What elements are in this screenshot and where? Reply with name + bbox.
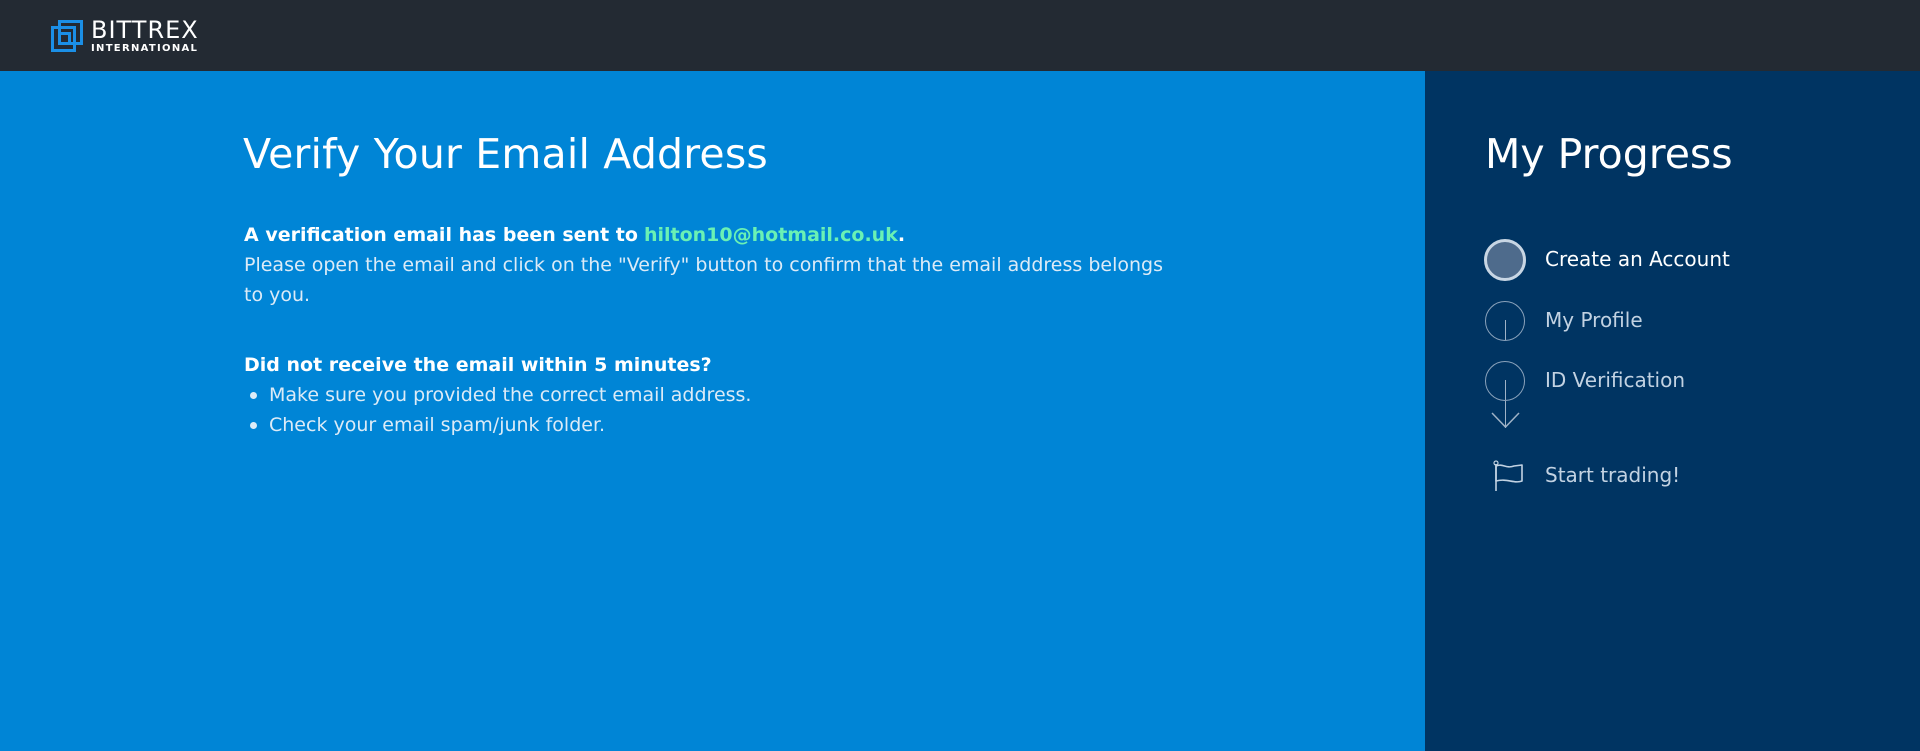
bullet-icon: [250, 422, 257, 429]
step-id-verification-indicator: [1485, 361, 1525, 401]
step-my-profile-indicator: [1485, 301, 1525, 341]
list-item: Make sure you provided the correct email…: [250, 380, 1184, 410]
troubleshoot-heading: Did not receive the email within 5 minut…: [244, 354, 712, 376]
logo-subtitle: INTERNATIONAL: [91, 43, 199, 54]
tip-text: Make sure you provided the correct email…: [269, 384, 752, 406]
logo-icon: [51, 19, 83, 52]
flag-icon: [1493, 460, 1523, 491]
email-address: hilton10@hotmail.co.uk: [643, 224, 898, 246]
progress-sidebar: My Progress Create an Account My Profile…: [1425, 71, 1920, 751]
instruction-text: Please open the email and click on the "…: [244, 254, 1163, 306]
verify-email-panel: Verify Your Email Address A verification…: [0, 71, 1425, 751]
top-bar: BITTREX INTERNATIONAL: [0, 0, 1920, 71]
step-id-verification: ID Verification: [1545, 368, 1686, 392]
arrow-down-icon: [1491, 412, 1520, 429]
sent-suffix: .: [897, 224, 906, 246]
bittrex-logo[interactable]: BITTREX INTERNATIONAL: [51, 18, 199, 54]
step-start-trading: Start trading!: [1545, 463, 1681, 487]
list-item: Check your email spam/junk folder.: [250, 410, 1184, 440]
verify-email-content: A verification email has been sent to hi…: [244, 220, 1184, 440]
tip-text: Check your email spam/junk folder.: [269, 414, 606, 436]
step-create-account-indicator: [1484, 239, 1526, 281]
page-title: Verify Your Email Address: [243, 130, 768, 178]
sent-prefix: A verification email has been sent to: [244, 224, 638, 246]
progress-steps: Create an Account My Profile ID Verifica…: [1425, 71, 1920, 751]
troubleshoot-list: Make sure you provided the correct email…: [244, 380, 1184, 440]
step-create-account: Create an Account: [1545, 247, 1730, 271]
bullet-icon: [250, 392, 257, 399]
sent-notice: A verification email has been sent to hi…: [244, 220, 1184, 250]
logo-name: BITTREX: [91, 16, 199, 44]
step-my-profile: My Profile: [1545, 308, 1643, 332]
logo-wordmark: BITTREX INTERNATIONAL: [91, 18, 199, 54]
